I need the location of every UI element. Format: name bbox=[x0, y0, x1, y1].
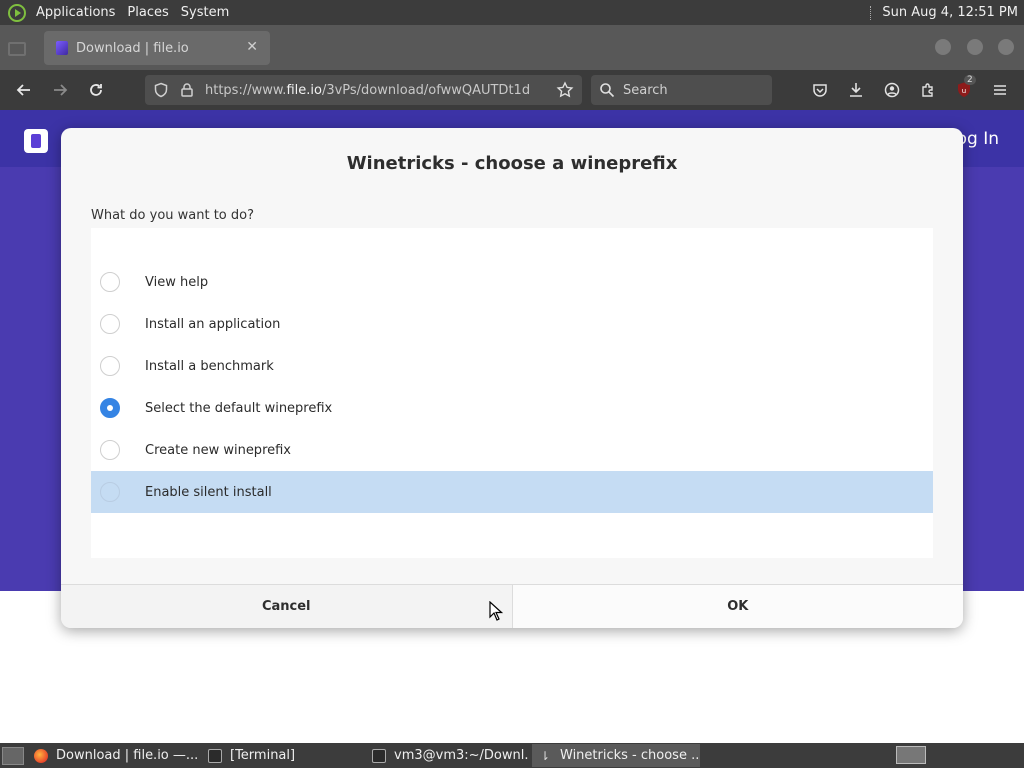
minimize-window-button[interactable] bbox=[935, 39, 951, 55]
winetricks-dialog: Winetricks - choose a wineprefix What do… bbox=[61, 128, 963, 628]
firefox-icon bbox=[34, 748, 48, 763]
system-menu[interactable]: System bbox=[175, 0, 235, 25]
downloads-button[interactable] bbox=[846, 80, 866, 100]
option-label: Install an application bbox=[145, 316, 281, 332]
taskbar-task-label: [Terminal] bbox=[230, 748, 296, 763]
radio-unchecked-icon[interactable] bbox=[100, 272, 120, 292]
pocket-button[interactable] bbox=[810, 80, 830, 100]
maximize-window-button[interactable] bbox=[967, 39, 983, 55]
ublock-count-badge: 2 bbox=[964, 75, 976, 85]
url-bar[interactable]: https://www.file.io/3vPs/download/ofwwQA… bbox=[145, 75, 582, 105]
browser-navbar: https://www.file.io/3vPs/download/ofwwQA… bbox=[0, 70, 1024, 110]
distro-logo-icon[interactable] bbox=[8, 3, 26, 22]
taskbar-task-label: Winetricks - choose ... bbox=[560, 748, 700, 763]
url-host: file.io bbox=[286, 82, 322, 98]
option-label: Select the default wineprefix bbox=[145, 400, 333, 416]
radio-unchecked-icon[interactable] bbox=[100, 440, 120, 460]
radio-checked-icon[interactable] bbox=[100, 398, 120, 418]
fileio-favicon-icon bbox=[56, 41, 68, 55]
url-text[interactable]: https://www.file.io/3vPs/download/ofwwQA… bbox=[205, 83, 530, 98]
option-label: Enable silent install bbox=[145, 484, 272, 500]
option-label: View help bbox=[145, 274, 209, 290]
forward-arrow-icon bbox=[54, 84, 68, 96]
svg-text:u: u bbox=[962, 87, 966, 95]
option-row[interactable]: Install a benchmark bbox=[91, 345, 933, 387]
taskbar: Download | file.io —... [Terminal] vm3@vm3… bbox=[0, 743, 1024, 768]
pocket-icon bbox=[813, 84, 827, 97]
tab-download-fileio[interactable]: Download | file.io ✕ bbox=[44, 31, 270, 65]
clock[interactable]: Sun Aug 4, 12:51 PM bbox=[882, 5, 1024, 20]
url-prefix: https://www. bbox=[205, 82, 287, 98]
taskbar-task[interactable]: [Terminal] bbox=[202, 744, 362, 767]
taskbar-task[interactable]: ⇂ Winetricks - choose ... bbox=[532, 744, 700, 767]
ublock-button[interactable]: u 2 bbox=[954, 75, 976, 100]
option-row[interactable]: View help bbox=[91, 261, 933, 303]
panel-separator bbox=[870, 5, 872, 20]
top-panel: Applications Places System Sun Aug 4, 12… bbox=[0, 0, 1024, 25]
fileio-logo-icon[interactable] bbox=[24, 129, 48, 153]
search-icon bbox=[600, 83, 615, 98]
show-desktop-button[interactable] bbox=[2, 746, 24, 765]
account-icon bbox=[884, 82, 900, 98]
radio-unchecked-icon[interactable] bbox=[100, 356, 120, 376]
search-placeholder: Search bbox=[623, 82, 668, 98]
hamburger-menu-icon bbox=[994, 85, 1006, 95]
puzzle-icon bbox=[922, 83, 933, 97]
options-list: View help Install an application Install a… bbox=[91, 228, 933, 558]
dialog-title: Winetricks - choose a wineprefix bbox=[346, 153, 678, 174]
option-row[interactable]: Create new wineprefix bbox=[91, 429, 933, 471]
radio-unchecked-icon[interactable] bbox=[100, 482, 120, 502]
browser-tabbar: Download | file.io ✕ bbox=[0, 25, 1024, 70]
radio-unchecked-icon[interactable] bbox=[100, 314, 120, 334]
app-menu-button[interactable] bbox=[990, 80, 1010, 100]
taskbar-task-label: Download | file.io —... bbox=[56, 748, 198, 763]
taskbar-task[interactable]: Download | file.io —... bbox=[28, 744, 198, 767]
ok-button[interactable]: OK bbox=[511, 585, 963, 628]
workspace-switcher[interactable] bbox=[896, 746, 926, 764]
close-window-button[interactable] bbox=[998, 39, 1014, 55]
tab-list-icon[interactable] bbox=[8, 39, 26, 56]
extensions-button[interactable] bbox=[918, 80, 938, 100]
tab-title: Download | file.io bbox=[76, 40, 189, 56]
reload-button[interactable] bbox=[84, 78, 108, 102]
dialog-prompt: What do you want to do? bbox=[91, 208, 255, 223]
option-row[interactable]: Enable silent install bbox=[91, 471, 933, 513]
terminal-icon bbox=[372, 748, 386, 763]
back-arrow-icon bbox=[16, 84, 30, 96]
wine-icon: ⇂ bbox=[539, 748, 551, 763]
option-row[interactable]: Select the default wineprefix bbox=[91, 387, 933, 429]
search-bar[interactable]: Search bbox=[591, 75, 772, 105]
account-button[interactable] bbox=[882, 80, 902, 100]
taskbar-task-label: vm3@vm3:~/Downl... bbox=[394, 748, 528, 763]
taskbar-task[interactable]: vm3@vm3:~/Downl... bbox=[366, 744, 528, 767]
option-row[interactable]: Install an application bbox=[91, 303, 933, 345]
tab-close-icon[interactable]: ✕ bbox=[246, 39, 258, 55]
download-icon bbox=[850, 83, 862, 97]
reload-icon bbox=[90, 84, 102, 96]
mouse-pointer-icon bbox=[489, 601, 503, 621]
lock-icon[interactable] bbox=[179, 82, 195, 98]
cancel-button[interactable]: Cancel bbox=[61, 585, 512, 628]
dialog-button-row: Cancel OK bbox=[61, 584, 963, 628]
back-button[interactable] bbox=[12, 78, 36, 102]
terminal-icon bbox=[208, 748, 222, 763]
option-label: Install a benchmark bbox=[145, 358, 274, 374]
option-label: Create new wineprefix bbox=[145, 442, 292, 458]
places-menu[interactable]: Places bbox=[121, 0, 174, 25]
url-path: /3vPs/download/ofwwQAUTDt1d bbox=[321, 82, 530, 98]
tracking-shield-icon[interactable] bbox=[153, 82, 169, 98]
applications-menu[interactable]: Applications bbox=[30, 0, 121, 25]
bookmark-star-icon[interactable] bbox=[556, 81, 574, 99]
forward-button[interactable] bbox=[48, 78, 72, 102]
